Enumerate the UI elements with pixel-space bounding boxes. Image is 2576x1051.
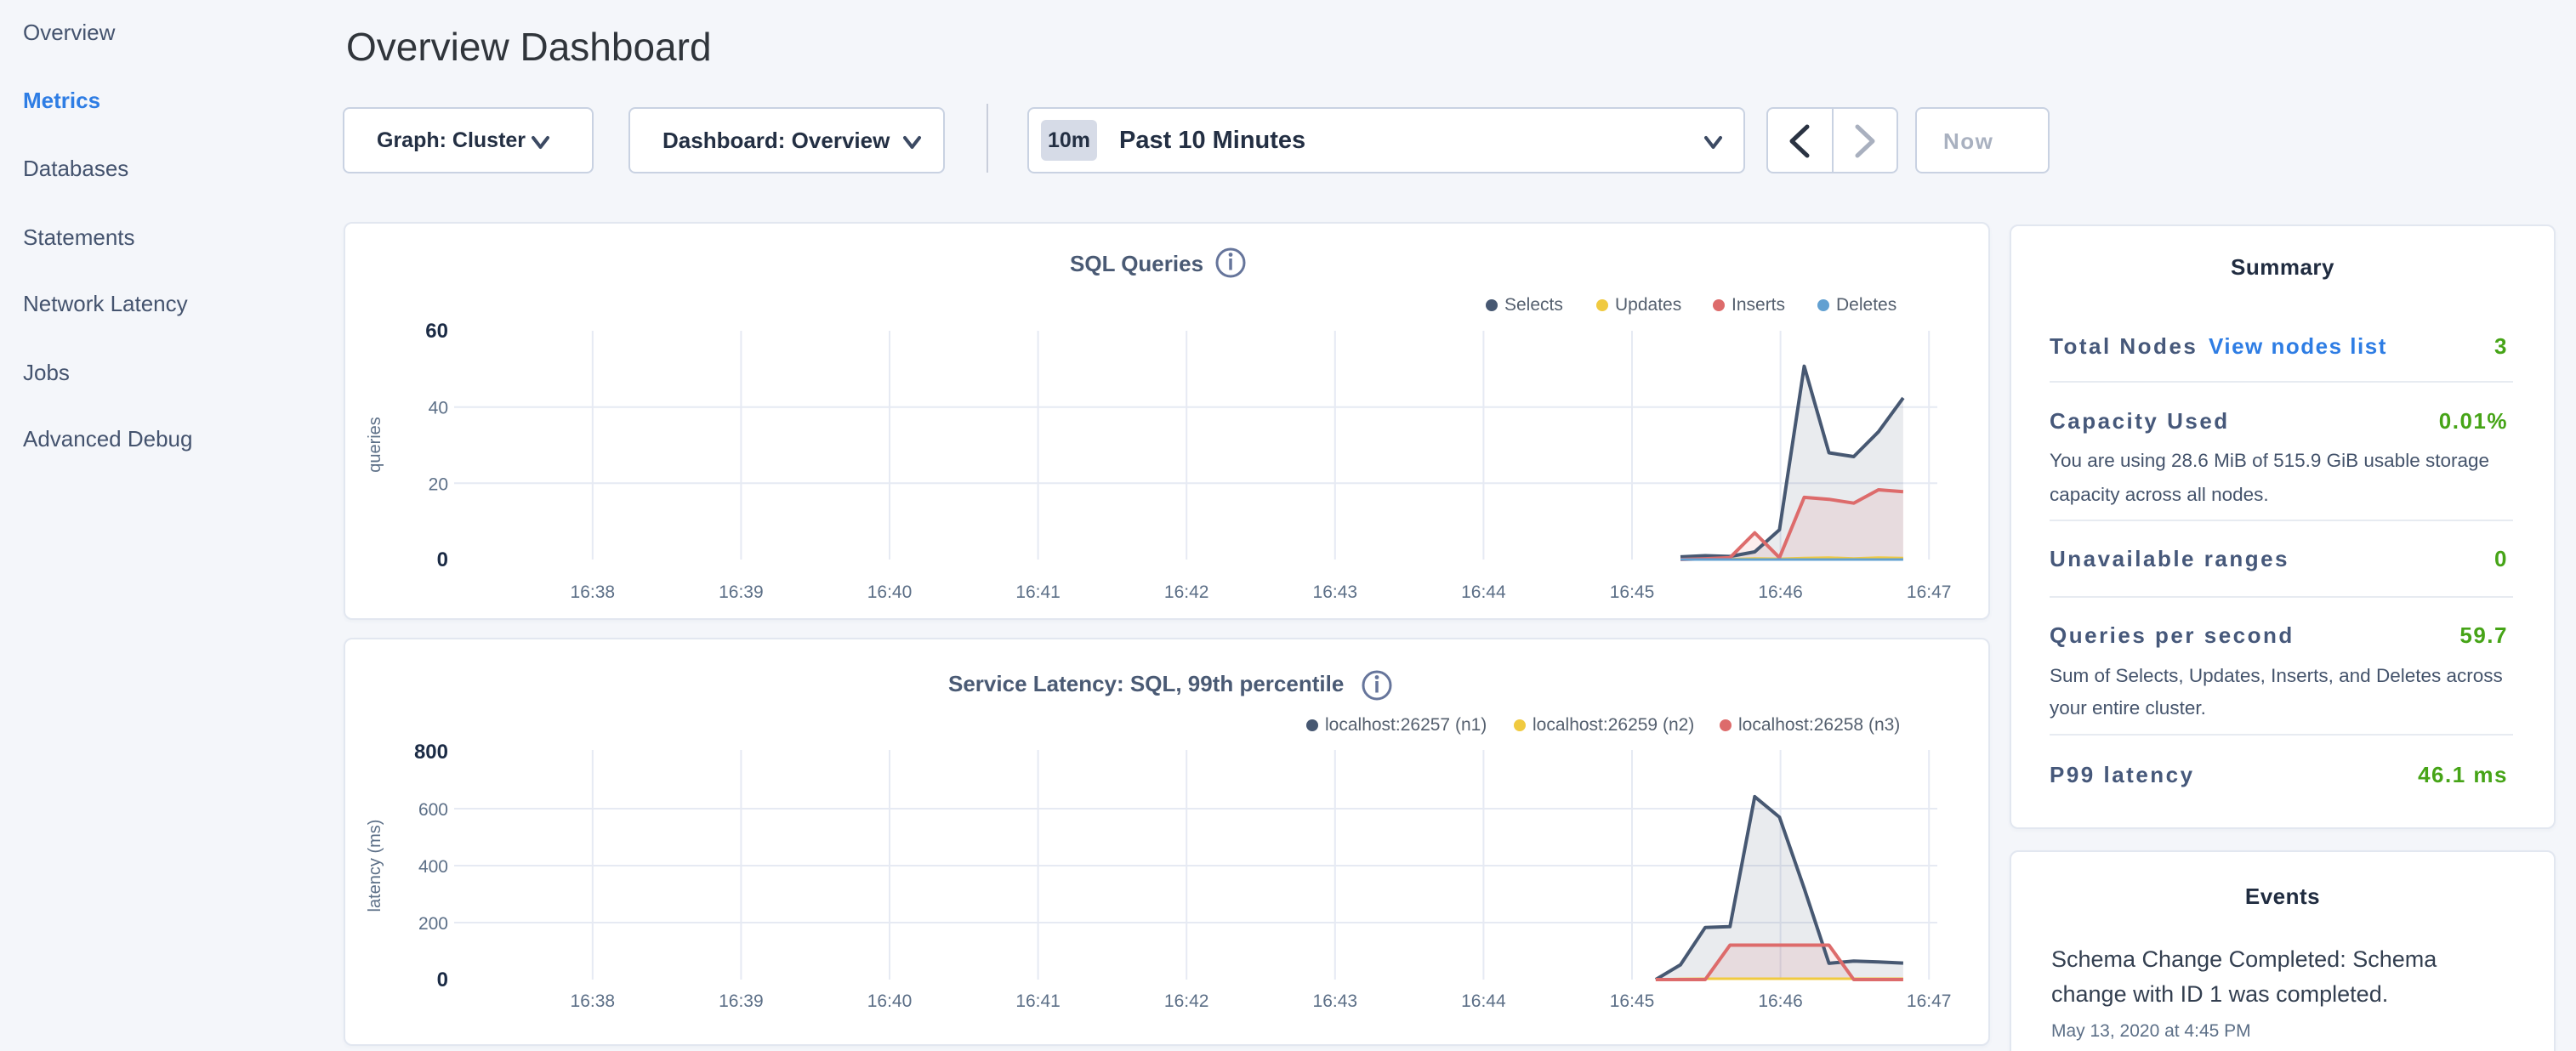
svg-text:16:40: 16:40	[867, 991, 913, 1011]
svg-text:600: 600	[418, 800, 448, 820]
svg-text:16:41: 16:41	[1015, 991, 1061, 1011]
svg-text:16:43: 16:43	[1313, 582, 1358, 602]
svg-text:16:38: 16:38	[571, 582, 616, 602]
svg-text:16:46: 16:46	[1758, 582, 1803, 602]
svg-text:16:45: 16:45	[1610, 991, 1655, 1011]
svg-text:16:42: 16:42	[1164, 582, 1209, 602]
svg-text:16:39: 16:39	[719, 991, 764, 1011]
svg-text:16:38: 16:38	[571, 991, 616, 1011]
svg-text:0: 0	[437, 969, 448, 991]
svg-text:16:47: 16:47	[1907, 582, 1952, 602]
svg-text:20: 20	[429, 474, 448, 494]
svg-text:400: 400	[418, 857, 448, 877]
svg-text:16:42: 16:42	[1164, 991, 1209, 1011]
svg-text:16:44: 16:44	[1461, 582, 1506, 602]
svg-text:200: 200	[418, 914, 448, 934]
svg-text:40: 40	[429, 399, 448, 418]
svg-text:16:43: 16:43	[1313, 991, 1358, 1011]
svg-text:queries: queries	[366, 417, 384, 473]
svg-text:16:41: 16:41	[1015, 582, 1061, 602]
svg-text:16:40: 16:40	[867, 582, 913, 602]
svg-text:0: 0	[437, 548, 448, 571]
svg-text:16:44: 16:44	[1461, 991, 1506, 1011]
svg-text:16:47: 16:47	[1907, 991, 1952, 1011]
svg-text:60: 60	[425, 320, 448, 343]
svg-text:latency (ms): latency (ms)	[366, 820, 384, 912]
svg-text:800: 800	[414, 741, 448, 764]
svg-text:16:39: 16:39	[719, 582, 764, 602]
svg-text:16:45: 16:45	[1610, 582, 1655, 602]
svg-text:16:46: 16:46	[1758, 991, 1803, 1011]
